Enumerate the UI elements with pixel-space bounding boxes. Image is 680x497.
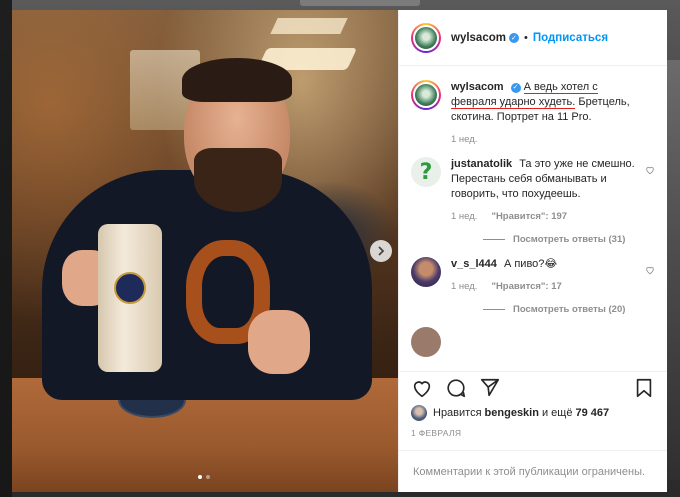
next-photo-button[interactable] [370, 240, 392, 262]
background-strip [666, 60, 680, 480]
post-header: wylsacom ✓ • Подписаться [399, 10, 667, 66]
post-actions [399, 372, 667, 404]
comment-icon[interactable] [445, 377, 467, 399]
liked-by: Нравится bengeskin и ещё 79 467 [399, 404, 667, 422]
post-modal: wylsacom ✓ • Подписаться wylsacom ✓ А вед… [12, 10, 667, 492]
caption: wylsacom ✓ А ведь хотел с февраля ударно … [411, 80, 655, 147]
comment-item: ? justanatolik Та это уже не смешно. Пер… [411, 157, 655, 224]
author-avatar-image [413, 24, 439, 51]
share-icon[interactable] [479, 377, 501, 399]
post-side-panel: wylsacom ✓ • Подписаться wylsacom ✓ А вед… [398, 10, 667, 492]
caption-time[interactable]: 1 нед. [451, 132, 477, 147]
comment-time[interactable]: 1 нед. [451, 209, 477, 224]
person-right-hand [248, 310, 310, 374]
comments-disabled-notice: Комментарии к этой публикации ограничены… [399, 450, 667, 492]
carousel-dot-active [198, 475, 202, 479]
likes-count[interactable]: 79 467 [575, 407, 609, 419]
caption-body: wylsacom ✓ А ведь хотел с февраля ударно … [451, 80, 655, 147]
liked-by-and: и ещё [541, 407, 573, 419]
replies-line [483, 309, 505, 310]
follow-button[interactable]: Подписаться [533, 32, 608, 44]
heart-icon[interactable] [645, 265, 655, 275]
comment-body: justanatolik Та это уже не смешно. Перес… [451, 157, 655, 224]
background-header [300, 0, 420, 6]
separator-dot: • [523, 31, 528, 44]
carousel-dot [206, 475, 210, 479]
person-hair [182, 58, 292, 102]
view-replies-button[interactable]: Посмотреть ответы (31) [483, 234, 655, 245]
commenter-avatar[interactable]: ? [411, 157, 441, 187]
comment-item-partial [411, 327, 655, 357]
post-photo[interactable] [12, 10, 398, 492]
ceiling-light [270, 18, 348, 34]
comment-time[interactable]: 1 нед. [451, 279, 477, 294]
chevron-right-icon [378, 246, 385, 256]
view-replies-button[interactable]: Посмотреть ответы (20) [483, 304, 655, 315]
caption-meta: 1 нед. [451, 132, 641, 147]
caption-username[interactable]: wylsacom [451, 81, 504, 93]
comment-body: v_s_l444 А пиво?😂 1 нед. "Нравится": 17 [451, 257, 655, 294]
view-replies-label: Посмотреть ответы (31) [513, 234, 626, 245]
heart-icon[interactable] [411, 377, 433, 399]
comment-item: v_s_l444 А пиво?😂 1 нед. "Нравится": 17 [411, 257, 655, 294]
liked-by-user[interactable]: bengeskin [485, 407, 539, 419]
author-avatar[interactable] [411, 22, 441, 53]
commenter-avatar[interactable] [411, 257, 441, 287]
comment-username[interactable]: justanatolik [451, 158, 512, 170]
verified-badge-icon: ✓ [508, 32, 519, 43]
comment-username[interactable]: v_s_l444 [451, 258, 497, 270]
comment-likes[interactable]: "Нравится": 197 [491, 209, 567, 224]
verified-badge-icon: ✓ [510, 82, 521, 93]
comments-list[interactable]: wylsacom ✓ А ведь хотел с февраля ударно … [399, 66, 667, 372]
replies-line [483, 239, 505, 240]
view-replies-label: Посмотреть ответы (20) [513, 304, 626, 315]
comment-meta: 1 нед. "Нравится": 197 [451, 209, 641, 224]
beer-mug-logo [114, 272, 146, 304]
comment-meta: 1 нед. "Нравится": 17 [451, 279, 641, 294]
comment-likes[interactable]: "Нравится": 17 [491, 279, 561, 294]
bookmark-icon[interactable] [633, 377, 655, 399]
post-date[interactable]: 1 ФЕВРАЛЯ [399, 422, 667, 438]
author-username[interactable]: wylsacom [451, 32, 506, 44]
person-beard [194, 148, 282, 212]
commenter-avatar[interactable] [411, 327, 441, 357]
comment-text: А пиво?😂 [503, 258, 558, 270]
heart-icon[interactable] [645, 165, 655, 175]
caption-avatar[interactable] [411, 80, 441, 110]
carousel-dots [198, 475, 210, 479]
liked-by-prefix: Нравится [433, 407, 482, 419]
liker-avatar[interactable] [411, 405, 427, 421]
caption-avatar-image [413, 82, 439, 108]
